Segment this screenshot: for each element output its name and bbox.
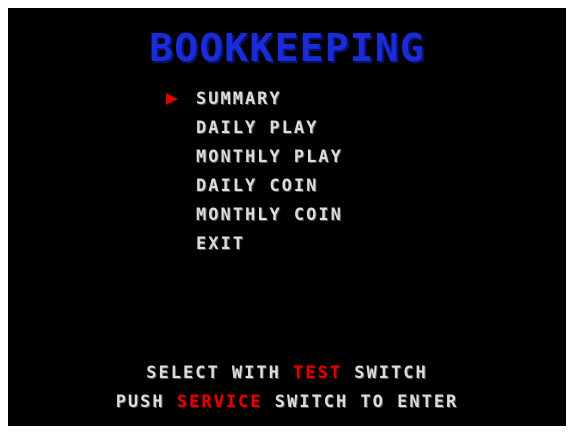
menu-item-label: EXIT — [196, 234, 245, 254]
menu-item-daily-coin[interactable]: DAILY COIN — [196, 176, 318, 196]
bookkeeping-screen: BOOKKEEPING SUMMARY DAILY PLAY MONTHLY P… — [0, 0, 574, 433]
menu-item-daily-play[interactable]: DAILY PLAY — [196, 118, 318, 138]
menu-item-monthly-coin[interactable]: MONTHLY COIN — [196, 205, 343, 225]
instruction-text: SWITCH — [342, 363, 428, 383]
menu-item-label: DAILY PLAY — [196, 118, 319, 138]
instruction-text: SELECT WITH — [146, 363, 294, 383]
instruction-select: SELECT WITH TEST SWITCH — [8, 363, 566, 383]
menu-item-summary[interactable]: SUMMARY — [196, 89, 282, 109]
test-switch-label: TEST — [293, 363, 343, 383]
service-switch-label: SERVICE — [176, 392, 263, 412]
instruction-enter: PUSH SERVICE SWITCH TO ENTER — [8, 392, 566, 412]
instruction-text: SWITCH TO ENTER — [262, 392, 459, 412]
menu-item-label: DAILY COIN — [196, 176, 319, 196]
menu-item-label: MONTHLY PLAY — [196, 147, 343, 167]
game-display: BOOKKEEPING SUMMARY DAILY PLAY MONTHLY P… — [8, 8, 566, 426]
menu-item-label: SUMMARY — [196, 89, 282, 109]
menu-item-label: MONTHLY COIN — [196, 205, 343, 225]
instruction-text: PUSH — [115, 392, 177, 412]
page-title: BOOKKEEPING — [149, 26, 425, 70]
cursor-arrow-icon — [166, 93, 178, 105]
menu-item-monthly-play[interactable]: MONTHLY PLAY — [196, 147, 343, 167]
menu-item-exit[interactable]: EXIT — [196, 234, 245, 254]
